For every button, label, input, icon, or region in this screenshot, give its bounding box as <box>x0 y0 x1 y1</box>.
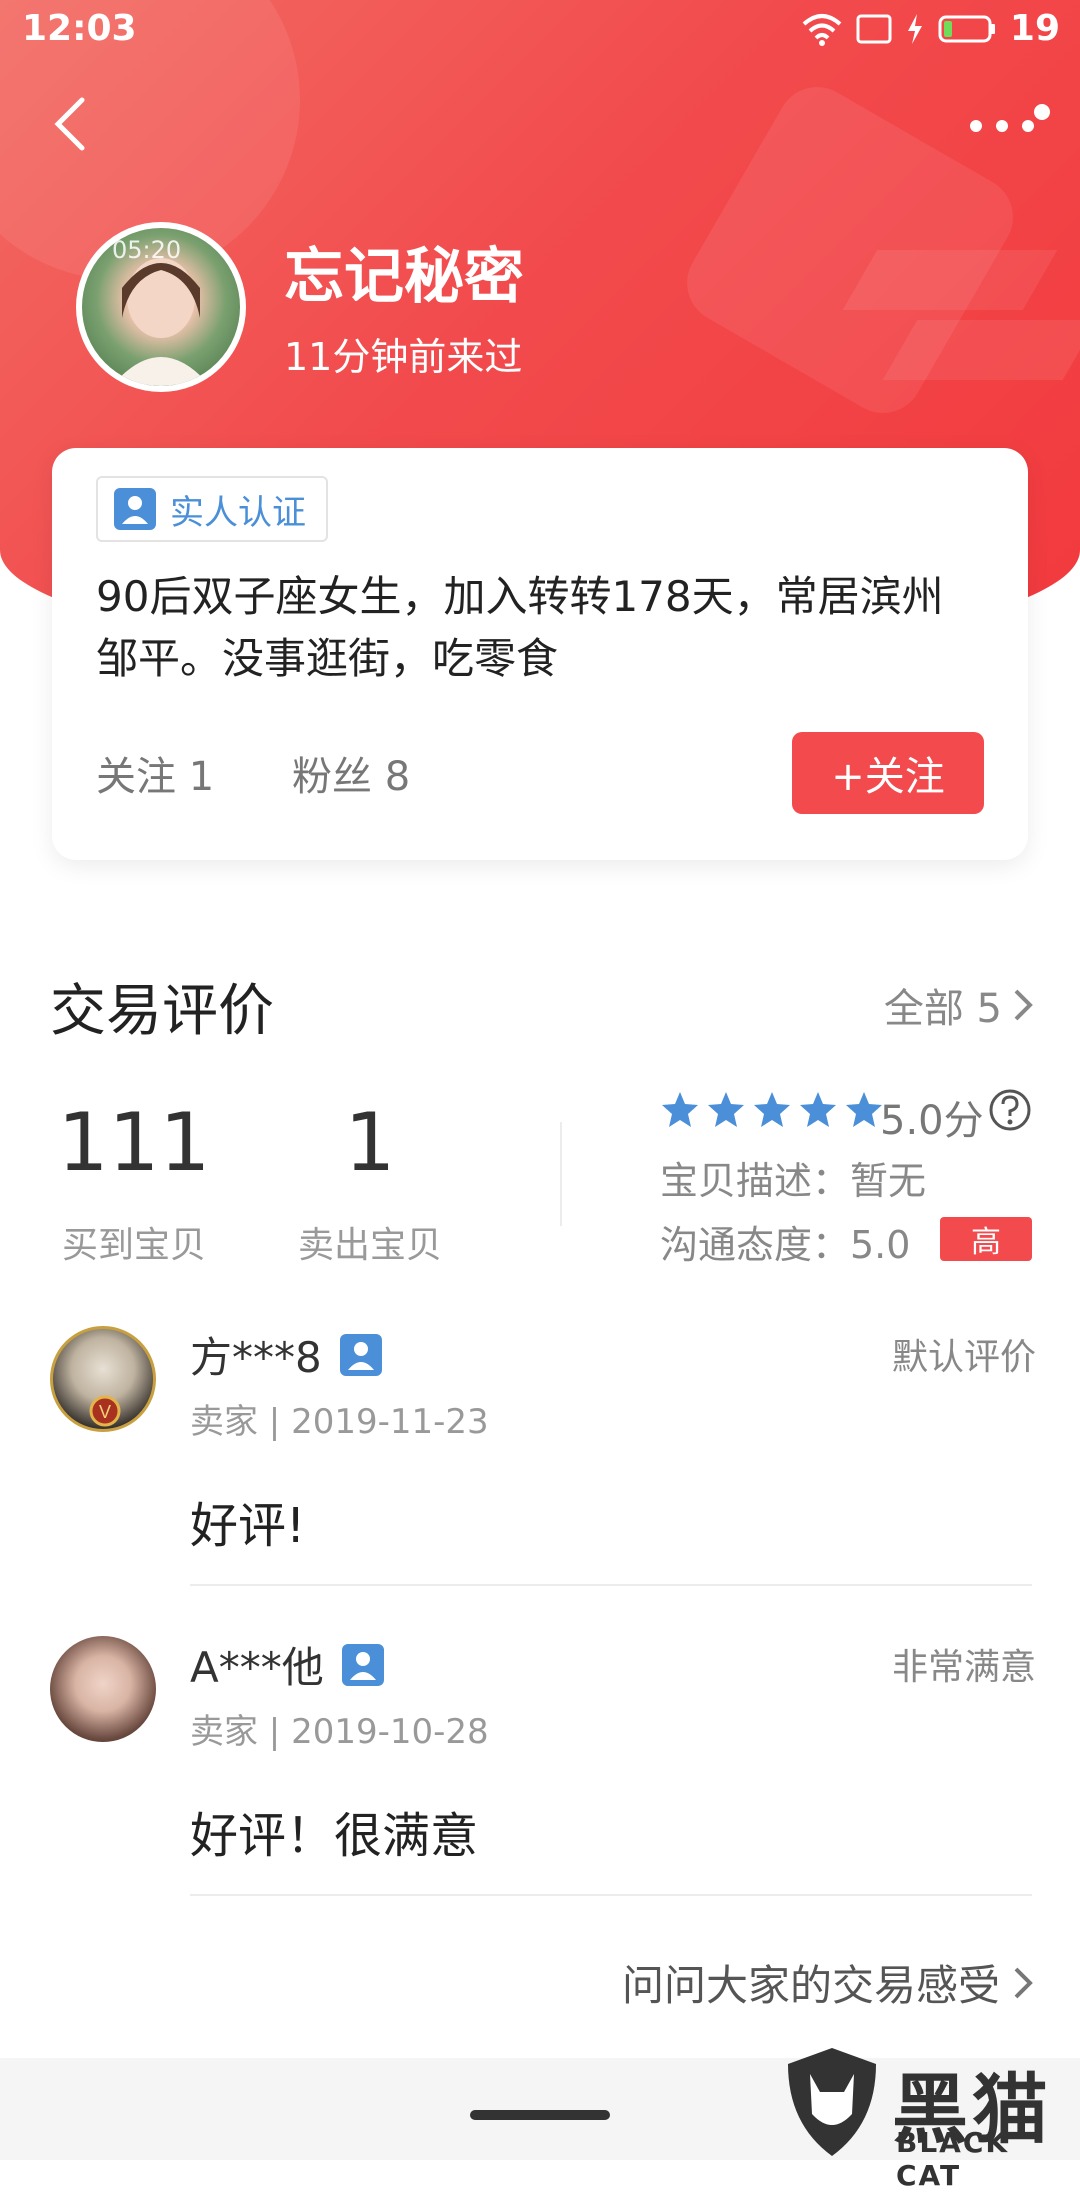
verify-label: 实人认证 <box>170 492 306 533</box>
user-bio: 90后双子座女生，加入转转178天，常居滨州 邹平。没事逛街，吃零食 <box>96 572 944 683</box>
cat-shield-logo-icon <box>788 2048 876 2156</box>
chevron-right-icon <box>1014 1967 1033 1998</box>
user-avatar[interactable]: 05:20 <box>76 222 246 392</box>
review-meta: 卖家 | 2019-10-28 <box>190 1712 489 1752</box>
person-verified-icon <box>114 488 156 530</box>
battery-level: 19 <box>1009 8 1060 49</box>
ask-link-label: 问问大家的交易感受 <box>621 1961 1000 2010</box>
sold-label: 卖出宝贝 <box>297 1225 442 1266</box>
status-bar: 12:03 19 <box>0 0 1080 60</box>
more-dots-icon <box>970 104 1050 132</box>
following-count[interactable]: 关注 1 <box>96 744 214 802</box>
status-time: 12:03 <box>22 8 137 49</box>
review-text: 好评！很满意 <box>190 1808 479 1864</box>
communication-metric: 沟通态度：5.0 <box>660 1223 911 1267</box>
communication-level-badge: 高 <box>940 1217 1032 1261</box>
review-meta: 卖家 | 2019-11-23 <box>190 1402 489 1442</box>
review-divider <box>190 1584 1032 1586</box>
more-options-button[interactable] <box>962 96 1052 156</box>
review-tag: 默认评价 <box>891 1337 1036 1378</box>
reviewer-avatar[interactable]: V <box>50 1326 156 1432</box>
section-title: 交易评价 <box>50 979 274 1044</box>
person-verified-icon <box>341 1643 384 1686</box>
bought-count: 111 <box>57 1096 211 1189</box>
star-icon <box>846 1092 882 1127</box>
identity-verified-badge: 实人认证 <box>96 476 328 542</box>
description-metric: 宝贝描述：暂无 <box>660 1159 927 1203</box>
star-icon <box>800 1092 836 1127</box>
back-button[interactable] <box>44 94 104 154</box>
star-icon <box>708 1092 744 1127</box>
svg-text:V: V <box>99 1402 111 1422</box>
user-name: 忘记秘密 <box>284 242 524 312</box>
rating-score: 5.0分 <box>880 1098 984 1144</box>
black-cat-watermark: 黑猫 BLACK CAT <box>780 2044 1060 2192</box>
star-icon <box>754 1092 790 1127</box>
ask-everyone-link[interactable]: 问问大家的交易感受 <box>622 1952 1036 2013</box>
sim-card-icon <box>856 14 892 43</box>
followers-count[interactable]: 粉丝 8 <box>292 744 410 802</box>
avatar-portrait <box>112 258 210 386</box>
reviewer-name-row: A***他 <box>190 1634 384 1695</box>
reviewer-name: 方***8 <box>190 1333 322 1382</box>
see-all-reviews-link[interactable]: 全部 5 <box>884 976 1036 1034</box>
profile-card: 实人认证 90后双子座女生，加入转转178天，常居滨州 邹平。没事逛街，吃零食 … <box>52 448 1028 860</box>
stats-divider <box>560 1122 562 1226</box>
watermark-sub: BLACK CAT <box>896 2126 1010 2192</box>
chevron-right-icon <box>1014 989 1033 1021</box>
rating-stars <box>660 1090 884 1130</box>
wifi-icon <box>802 13 842 46</box>
vip-badge-icon: V <box>89 1395 121 1427</box>
help-icon[interactable] <box>988 1088 1032 1132</box>
reviewer-avatar[interactable] <box>50 1636 156 1742</box>
last-visit-text: 11分钟前来过 <box>284 335 523 379</box>
follow-button[interactable]: +关注 <box>792 732 984 814</box>
review-text: 好评! <box>190 1498 306 1554</box>
reviewer-name: A***他 <box>190 1643 324 1692</box>
sold-count: 1 <box>344 1096 396 1189</box>
review-divider <box>190 1894 1032 1896</box>
status-icons: 19 <box>802 8 1060 49</box>
star-icon <box>662 1092 698 1127</box>
person-verified-icon <box>339 1333 382 1376</box>
battery-icon <box>938 15 995 42</box>
reviewer-name-row: 方***8 <box>190 1324 382 1385</box>
see-all-label: 全部 5 <box>883 986 1002 1032</box>
charging-icon <box>907 13 922 44</box>
home-indicator[interactable] <box>470 2110 610 2120</box>
chevron-left-icon <box>54 97 85 151</box>
bought-label: 买到宝贝 <box>61 1225 206 1266</box>
review-tag: 非常满意 <box>891 1647 1036 1688</box>
